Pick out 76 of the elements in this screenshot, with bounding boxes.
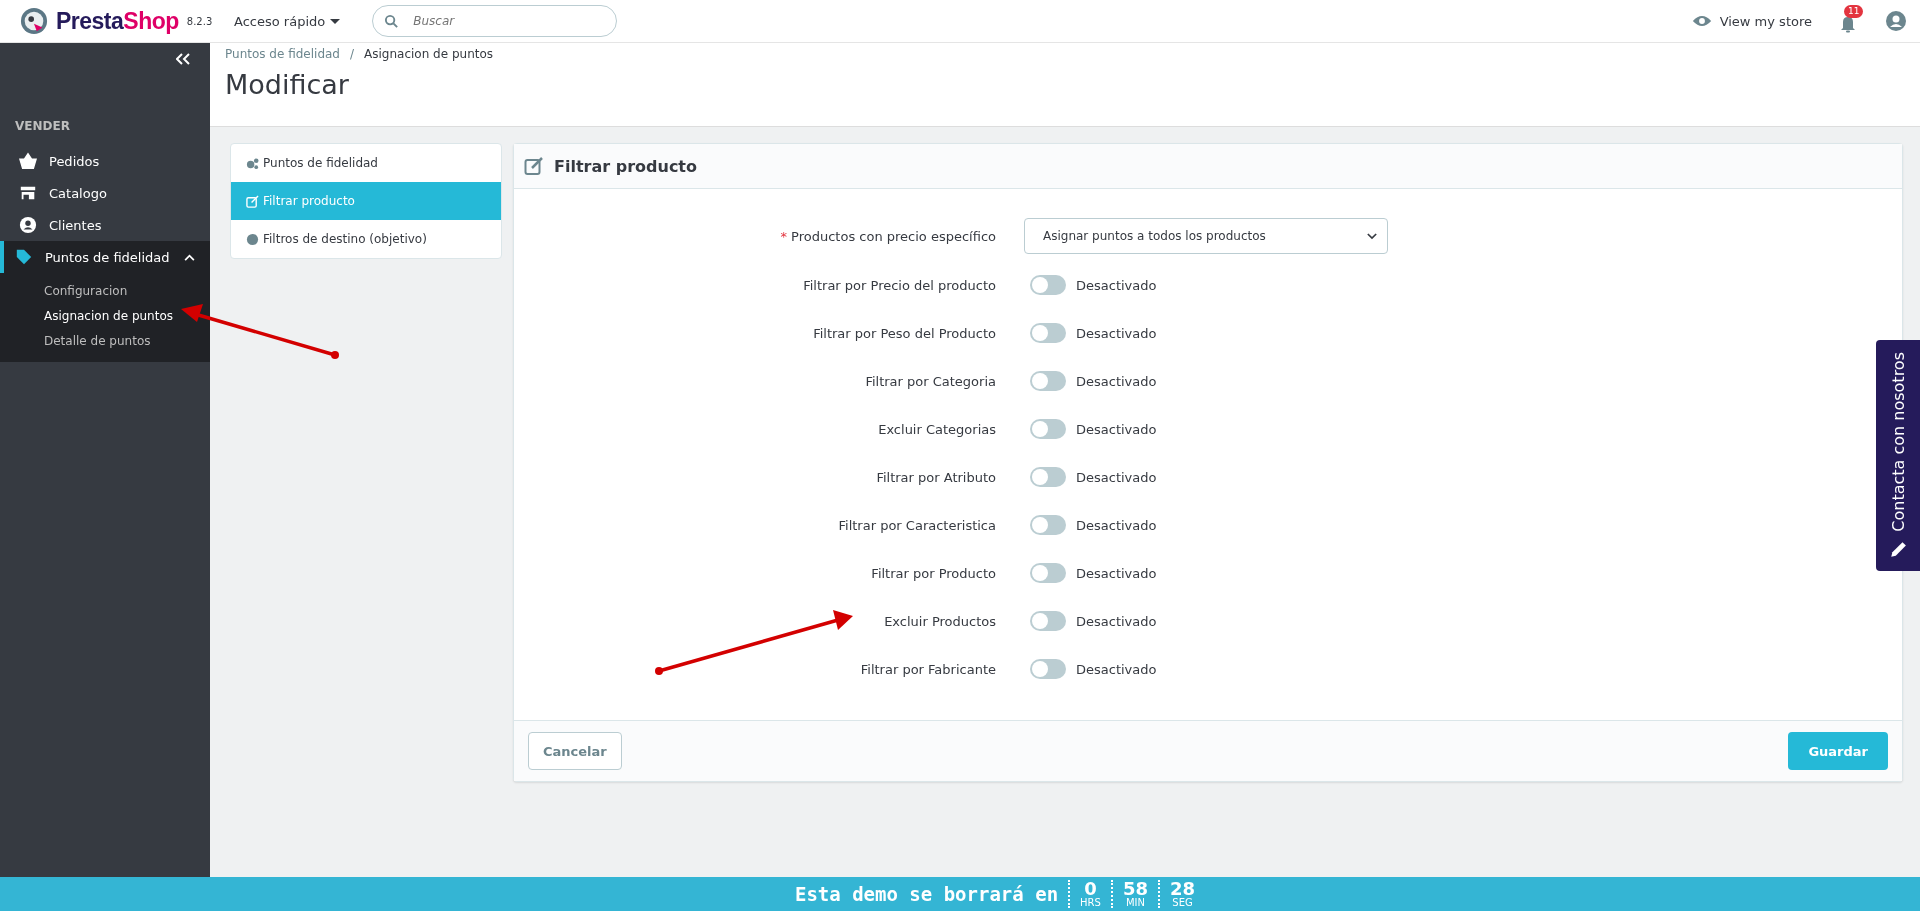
toggle-switch[interactable] — [1030, 659, 1066, 679]
switch-state: Desactivado — [1076, 325, 1157, 341]
countdown-unit: SEG — [1172, 898, 1193, 908]
switch-state: Desactivado — [1076, 421, 1157, 437]
collapse-icon[interactable] — [176, 53, 190, 65]
tab[interactable]: Puntos de fidelidad — [231, 144, 501, 182]
submenu-item[interactable]: Detalle de puntos — [0, 329, 210, 354]
sidebar-item[interactable]: Puntos de fidelidad — [0, 241, 210, 273]
countdown-unit: HRS — [1080, 898, 1101, 908]
field-label: Excluir Productos — [884, 613, 996, 629]
toggle-switch[interactable] — [1030, 275, 1066, 295]
user-icon — [19, 216, 37, 234]
brand-name: PrestaShop — [56, 7, 179, 35]
switch-state: Desactivado — [1076, 277, 1157, 293]
eye-icon — [1691, 14, 1712, 28]
toggle-switch[interactable] — [1030, 419, 1066, 439]
countdown-value: 0 — [1084, 880, 1097, 898]
switch-state: Desactivado — [1076, 517, 1157, 533]
field-label: Filtrar por Atributo — [876, 469, 996, 485]
breadcrumb-item[interactable]: Asignacion de puntos — [364, 47, 494, 61]
notification-badge: 11 — [1844, 5, 1864, 18]
toggle-switch[interactable] — [1030, 563, 1066, 583]
section-heading: VENDER — [14, 118, 71, 135]
required-mark: * — [780, 228, 787, 244]
field-label: Filtrar por Peso del Producto — [813, 325, 996, 341]
chevron-icon — [1367, 232, 1377, 240]
field-label: Filtrar por Caracteristica — [838, 517, 996, 533]
sidebar-item[interactable]: Clientes — [0, 209, 210, 241]
chevron-icon — [184, 253, 195, 261]
countdown-value: 28 — [1169, 880, 1196, 898]
toggle-switch[interactable] — [1030, 467, 1066, 487]
toggle-switch[interactable] — [1030, 611, 1066, 631]
field-label: Filtrar por Categoria — [865, 373, 996, 389]
user-icon[interactable] — [1886, 11, 1906, 31]
edit-icon — [524, 156, 544, 176]
toggle-switch[interactable] — [1030, 323, 1066, 343]
field-label: Productos con precio específico — [791, 228, 996, 244]
countdown-value: 58 — [1122, 880, 1148, 898]
search-field[interactable]: Buscar — [372, 5, 618, 37]
sidebar-item[interactable]: Catalogo — [0, 177, 210, 209]
page-title: Modificar — [225, 69, 350, 100]
view-store-link[interactable]: View my store — [1691, 13, 1812, 29]
switch-state: Desactivado — [1076, 469, 1157, 485]
switch-state: Desactivado — [1076, 661, 1157, 677]
select-dropdown[interactable]: Asignar puntos a todos los productos — [1024, 218, 1388, 254]
pencil-icon — [1889, 541, 1907, 559]
caret-icon — [330, 18, 341, 24]
tab[interactable]: Filtros de destino (objetivo) — [231, 220, 501, 258]
field-label: Filtrar por Fabricante — [860, 661, 996, 677]
field-label: Filtrar por Producto — [871, 565, 996, 581]
panel-title: Filtrar producto — [554, 156, 697, 176]
switch-state: Desactivado — [1076, 565, 1157, 581]
store-icon — [19, 184, 37, 202]
toggle-switch[interactable] — [1030, 371, 1066, 391]
switch-state: Desactivado — [1076, 373, 1157, 389]
edit-icon — [246, 194, 259, 208]
logo-icon — [20, 7, 48, 35]
submenu-item[interactable]: Configuracion — [0, 279, 210, 304]
tag-icon — [15, 248, 33, 266]
cancel-button[interactable]: Cancelar — [528, 732, 622, 770]
search-icon — [384, 14, 400, 29]
version-label: 8.2.3 — [186, 15, 213, 27]
field-label: Filtrar por Precio del producto — [803, 277, 996, 293]
breadcrumb-item[interactable]: Puntos de fidelidad — [225, 47, 340, 61]
submenu-item[interactable]: Asignacion de puntos — [0, 304, 210, 329]
demo-countdown-text: Esta demo se borrará en — [794, 883, 1059, 905]
countdown-unit: MIN — [1125, 898, 1145, 908]
bell-icon[interactable] — [1840, 15, 1856, 33]
field-label: Excluir Categorias — [878, 421, 996, 437]
sidebar-item[interactable]: Pedidos — [0, 145, 210, 177]
basket-icon — [19, 152, 37, 170]
quick-access-dropdown[interactable]: Acceso rápido — [228, 12, 347, 30]
breadcrumb-separator: / — [350, 47, 355, 61]
switch-state: Desactivado — [1076, 613, 1157, 629]
toggle-switch[interactable] — [1030, 515, 1066, 535]
contact-tab[interactable]: Contacta con nosotros — [1876, 340, 1920, 571]
